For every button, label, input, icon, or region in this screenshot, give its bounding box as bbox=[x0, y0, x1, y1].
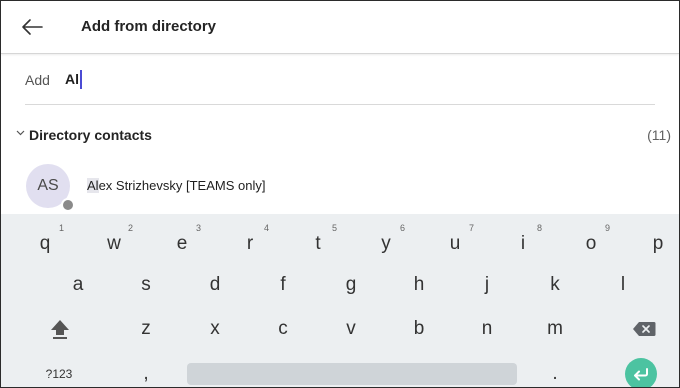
comma-key[interactable]: , bbox=[121, 358, 171, 387]
key-e[interactable]: e3 bbox=[157, 223, 207, 260]
match-highlight: Al bbox=[87, 178, 99, 193]
key-p[interactable]: p bbox=[633, 228, 679, 260]
key-o[interactable]: o9 bbox=[566, 223, 616, 260]
top-bar: Add from directory bbox=[1, 1, 679, 54]
key-y[interactable]: y6 bbox=[361, 223, 411, 260]
contact-name-rest: ex Strizhevsky [TEAMS only] bbox=[98, 178, 266, 193]
backspace-icon bbox=[633, 322, 656, 336]
add-search-row: Add bbox=[1, 54, 679, 104]
key-t[interactable]: t5 bbox=[293, 223, 343, 260]
chevron-down-icon bbox=[16, 130, 25, 136]
key-r[interactable]: r4 bbox=[225, 223, 275, 260]
key-q[interactable]: q1 bbox=[20, 223, 70, 260]
contact-name: Alex Strizhevsky [TEAMS only] bbox=[87, 178, 265, 193]
key-b[interactable]: b bbox=[394, 313, 444, 345]
key-i[interactable]: i8 bbox=[498, 223, 548, 260]
section-title: Directory contacts bbox=[29, 127, 152, 143]
key-l[interactable]: l bbox=[598, 269, 648, 301]
contact-item[interactable]: AS Alex Strizhevsky [TEAMS only] bbox=[1, 158, 679, 213]
key-a[interactable]: a bbox=[53, 269, 103, 301]
divider bbox=[25, 104, 655, 105]
search-input[interactable] bbox=[65, 67, 625, 91]
key-k[interactable]: k bbox=[530, 269, 580, 301]
key-m[interactable]: m bbox=[530, 313, 580, 345]
key-f[interactable]: f bbox=[258, 269, 308, 301]
key-g[interactable]: g bbox=[326, 269, 376, 301]
key-w[interactable]: w2 bbox=[89, 223, 139, 260]
text-caret bbox=[80, 70, 82, 89]
page-title: Add from directory bbox=[81, 18, 217, 35]
back-button[interactable] bbox=[15, 13, 49, 41]
presence-status-dot bbox=[61, 198, 75, 212]
key-v[interactable]: v bbox=[326, 313, 376, 345]
space-key[interactable] bbox=[187, 363, 517, 385]
key-j[interactable]: j bbox=[462, 269, 512, 301]
period-key[interactable]: . bbox=[530, 358, 580, 387]
backspace-key[interactable] bbox=[619, 313, 669, 345]
result-count: (11) bbox=[647, 127, 671, 143]
on-screen-keyboard: q1 w2 e3 r4 t5 y6 u7 i8 o9 p a s d f g h… bbox=[1, 214, 679, 387]
key-s[interactable]: s bbox=[121, 269, 171, 301]
shift-icon bbox=[51, 320, 69, 339]
enter-icon bbox=[634, 368, 648, 381]
app-window: Add from directory Add Directory contact… bbox=[0, 0, 680, 388]
key-x[interactable]: x bbox=[190, 313, 240, 345]
key-z[interactable]: z bbox=[121, 313, 171, 345]
add-label: Add bbox=[25, 72, 50, 88]
key-d[interactable]: d bbox=[190, 269, 240, 301]
key-n[interactable]: n bbox=[462, 313, 512, 345]
directory-contacts-header[interactable]: Directory contacts (11) bbox=[1, 119, 679, 149]
symbols-key[interactable]: ?123 bbox=[34, 358, 84, 387]
shift-key[interactable] bbox=[35, 313, 85, 345]
key-u[interactable]: u7 bbox=[430, 223, 480, 260]
avatar-initials: AS bbox=[37, 177, 59, 194]
arrow-left-icon bbox=[22, 19, 43, 35]
key-c[interactable]: c bbox=[258, 313, 308, 345]
enter-key[interactable] bbox=[625, 358, 657, 387]
key-h[interactable]: h bbox=[394, 269, 444, 301]
